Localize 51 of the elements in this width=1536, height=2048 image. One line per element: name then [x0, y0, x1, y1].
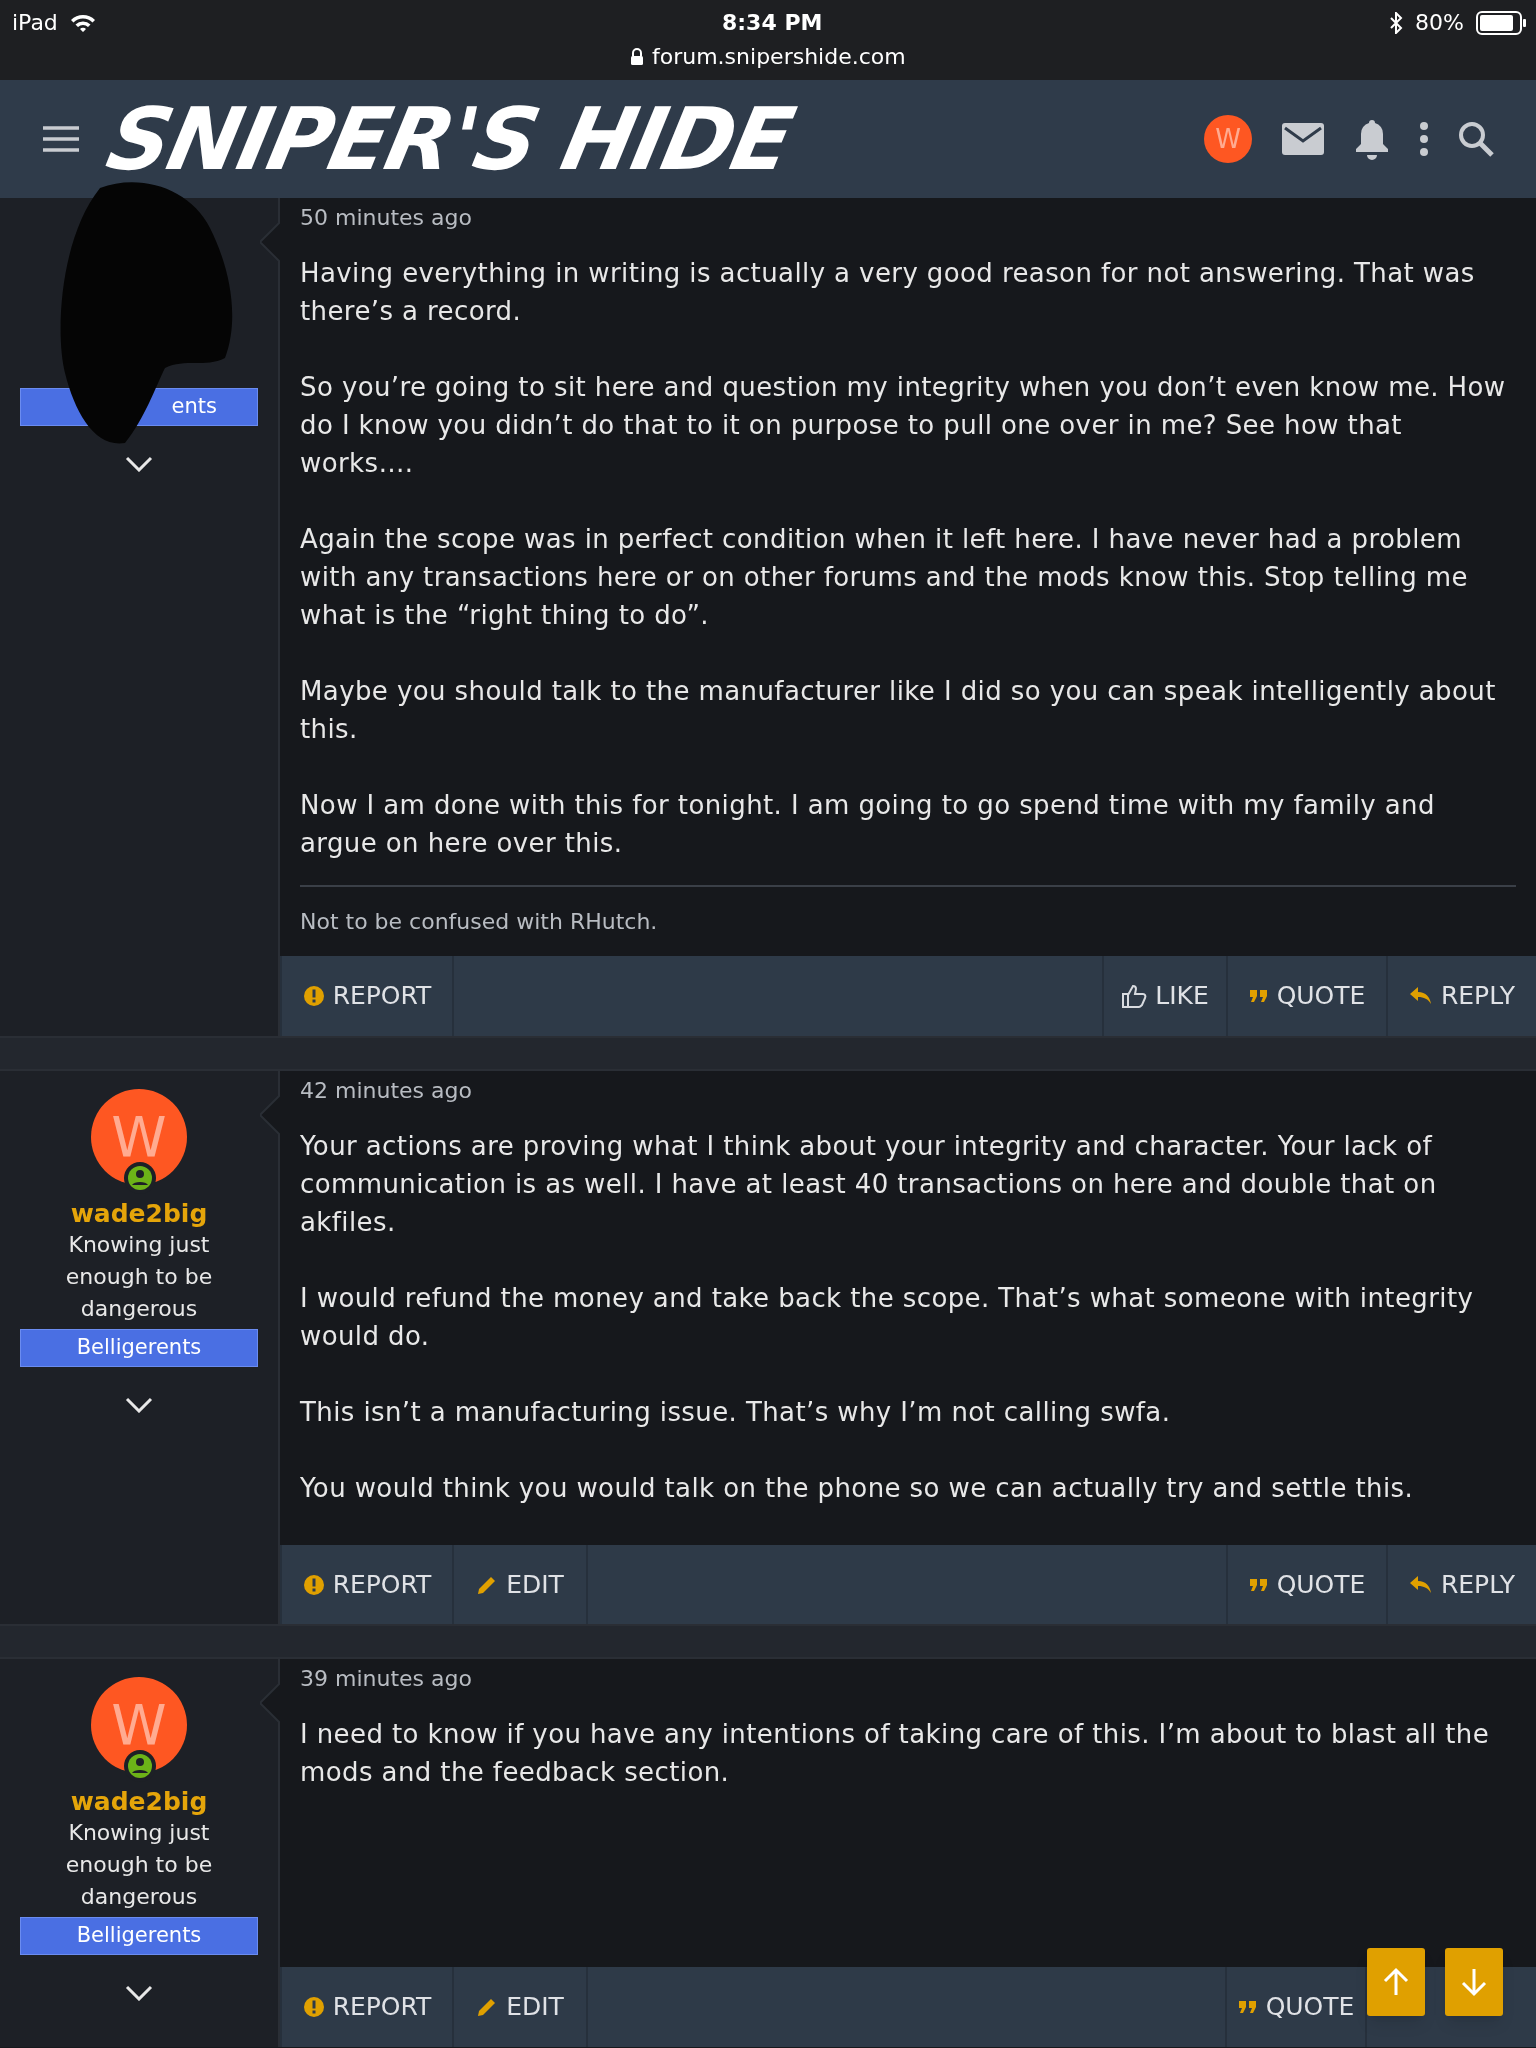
chevron-down-icon[interactable]	[125, 456, 153, 472]
clock: 8:34 PM	[722, 9, 823, 37]
post-paragraph: So you’re going to sit here and question my integrity when you don’t even know me. How do I know you didn’t do that to it on purpose to pull one over in me? See how that works….	[300, 371, 1507, 480]
report-button[interactable]: REPORT	[280, 1967, 452, 2047]
device-name: iPad	[12, 9, 58, 37]
bell-icon[interactable]	[1354, 118, 1390, 160]
post-time[interactable]: 42 minutes ago	[300, 1075, 1516, 1107]
warning-icon	[302, 1573, 325, 1596]
url-text[interactable]: forum.snipershide.com	[652, 40, 906, 73]
site-logo[interactable]: SNIPER'S HIDE	[100, 96, 800, 182]
quote-icon	[1248, 1576, 1269, 1593]
battery-percent: 80%	[1415, 9, 1464, 37]
arrow-down-icon	[1461, 1967, 1487, 1997]
chevron-down-icon[interactable]	[125, 1985, 153, 2001]
user-title: Knowing just enough to be dangerous	[64, 1819, 214, 1911]
username[interactable]: wade2big	[70, 1787, 208, 1817]
username[interactable]: wade2big	[70, 1199, 208, 1229]
user-title: Knowing just enough to be dangerous	[64, 1231, 214, 1323]
mail-icon[interactable]	[1282, 123, 1324, 155]
thumbs-up-icon	[1121, 983, 1148, 1009]
quote-button[interactable]: QUOTE	[1225, 1967, 1365, 2047]
post-paragraph: Now I am done with this for tonight. I am going to go spend time with my family and argue on here over this.	[300, 789, 1436, 860]
reply-arrow-icon	[1408, 1574, 1433, 1595]
post-time[interactable]: 39 minutes ago	[300, 1663, 1516, 1695]
more-icon[interactable]	[1420, 122, 1428, 156]
post-paragraph: Having everything in writing is actually a very good reason for not answering. That was there’s a record.	[300, 257, 1476, 328]
group-badge: Belligerents	[20, 1917, 258, 1955]
signature-text: Not to be confused with RHutch.	[300, 909, 658, 934]
post-paragraph: Maybe you should talk to the manufacturer like I did so you can speak intelligently about this.	[300, 675, 1497, 746]
quote-icon	[1248, 988, 1269, 1004]
reply-arrow-icon	[1408, 986, 1433, 1006]
wifi-icon	[69, 12, 96, 33]
edit-button[interactable]: EDIT	[452, 1967, 586, 2047]
post-paragraph: Again the scope was in perfect condition when it left here. I have never had a problem with any transactions here or on other forums and the mods know this. Stop telling me what is the “right thing to do”.	[300, 523, 1469, 632]
post-paragraph: This isn’t a manufacturing issue. That’s why I’m not calling swfa.	[300, 1396, 1172, 1429]
arrow-up-icon	[1383, 1967, 1409, 1997]
quote-icon	[1237, 1999, 1258, 2015]
lock-icon	[630, 47, 644, 66]
menu-icon[interactable]	[42, 126, 80, 152]
group-badge: Belligerents	[20, 1329, 258, 1367]
post-paragraph: I need to know if you have any intentions of taking care of this. I’m about to blast all the mods and the feedback section.	[300, 1718, 1491, 1789]
chevron-down-icon[interactable]	[125, 1397, 153, 1413]
post-paragraph: Your actions are proving what I think about your integrity and character. Your lack of communication is as well. I have at least 40 transactions on here and double that on akfiles.	[300, 1130, 1438, 1239]
post-paragraph: You would think you would talk on the phone so we can actually try and settle this.	[300, 1472, 1415, 1505]
warning-icon	[302, 985, 325, 1007]
post-time[interactable]: 50 minutes ago	[300, 202, 1516, 234]
battery-icon	[1476, 10, 1526, 35]
post-paragraph: I would refund the money and take back the scope. That’s what someone with integrity would do.	[300, 1282, 1475, 1353]
warning-icon	[302, 1996, 325, 2018]
bluetooth-icon	[1389, 11, 1404, 34]
search-icon[interactable]	[1458, 121, 1494, 157]
